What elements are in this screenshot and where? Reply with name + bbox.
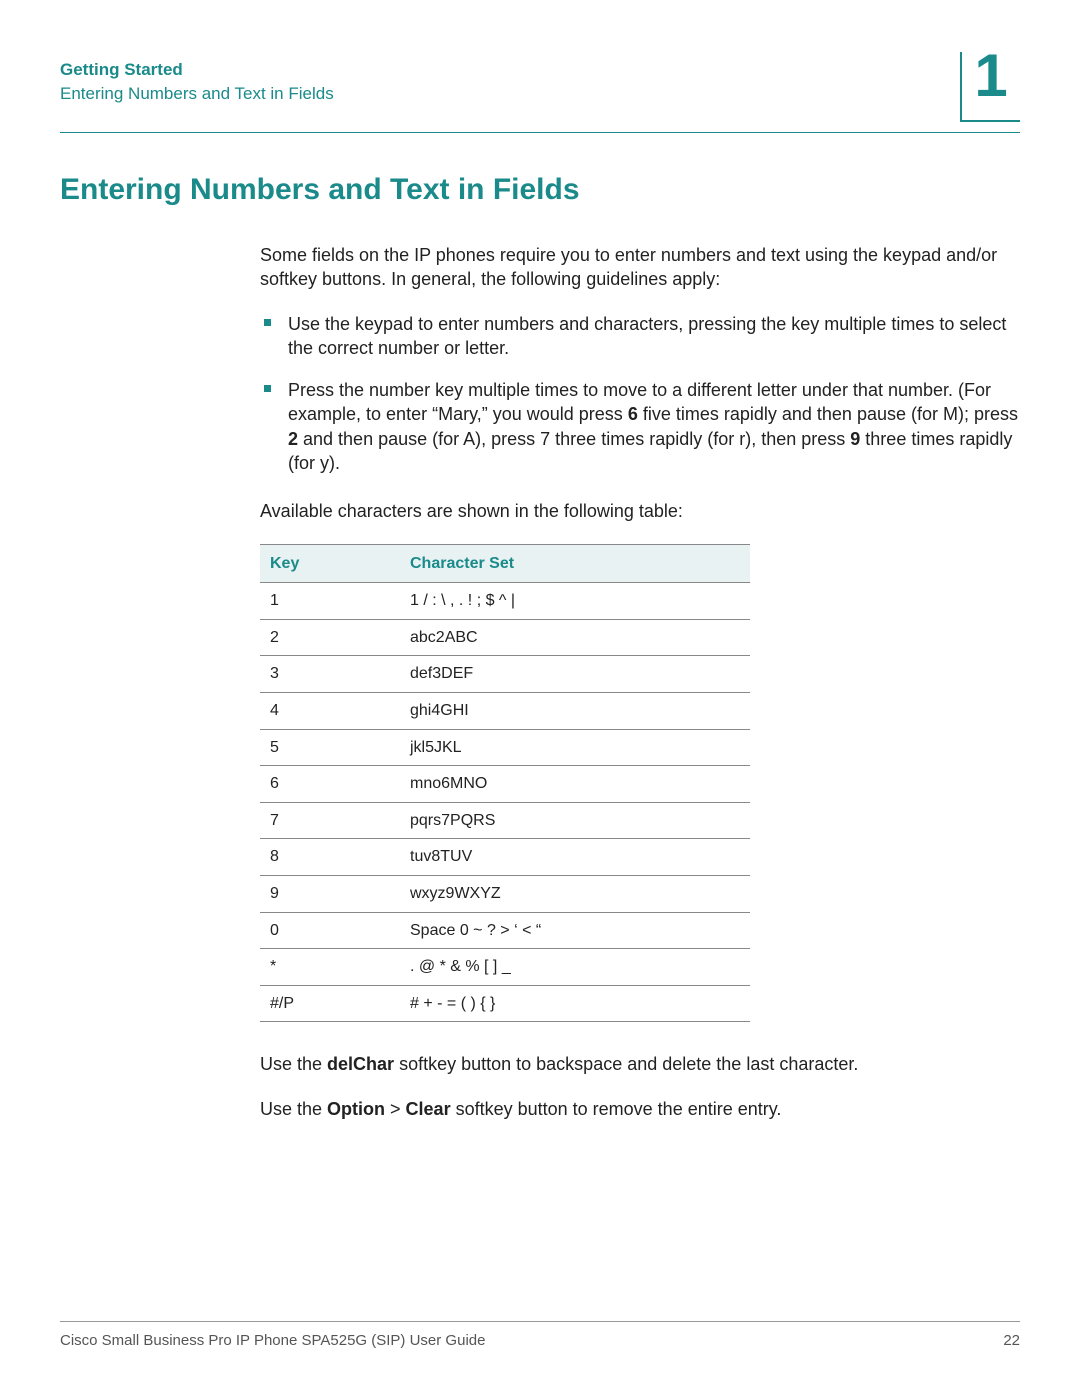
- header-divider: [60, 132, 1020, 133]
- table-row: 8tuv8TUV: [260, 839, 750, 876]
- clear-note: Use the Option > Clear softkey button to…: [260, 1097, 1020, 1121]
- text: softkey button to remove the entire entr…: [451, 1099, 782, 1119]
- list-text: and then pause (for A), press 7 three ti…: [298, 429, 850, 449]
- table-cell-charset: tuv8TUV: [400, 839, 750, 876]
- table-cell-charset: ghi4GHI: [400, 693, 750, 730]
- table-row: #/P# + - = ( ) { }: [260, 985, 750, 1022]
- header-chapter-label: Getting Started: [60, 60, 1020, 80]
- table-cell-key: 2: [260, 619, 400, 656]
- list-text: five times rapidly and then pause (for M…: [638, 404, 1018, 424]
- page-footer: Cisco Small Business Pro IP Phone SPA525…: [60, 1321, 1020, 1349]
- table-cell-charset: . @ * & % [ ] _: [400, 949, 750, 986]
- softkey-name: Clear: [406, 1099, 451, 1119]
- table-cell-key: 0: [260, 912, 400, 949]
- table-cell-charset: Space 0 ~ ? > ‘ < “: [400, 912, 750, 949]
- table-cell-charset: pqrs7PQRS: [400, 802, 750, 839]
- table-cell-key: 8: [260, 839, 400, 876]
- softkey-name: delChar: [327, 1054, 394, 1074]
- table-cell-key: 4: [260, 693, 400, 730]
- table-row: 7pqrs7PQRS: [260, 802, 750, 839]
- table-cell-charset: 1 / : \ , . ! ; $ ^ |: [400, 583, 750, 620]
- chapter-number: 1: [974, 46, 1007, 106]
- chapter-number-box: 1: [960, 52, 1020, 122]
- text: Use the: [260, 1099, 327, 1119]
- delchar-note: Use the delChar softkey button to backsp…: [260, 1052, 1020, 1076]
- table-header-row: Key Character Set: [260, 544, 750, 583]
- table-row: 5jkl5JKL: [260, 729, 750, 766]
- footer-divider: [60, 1321, 1020, 1322]
- table-cell-charset: jkl5JKL: [400, 729, 750, 766]
- bold-key: 6: [628, 404, 638, 424]
- table-cell-charset: # + - = ( ) { }: [400, 985, 750, 1022]
- table-cell-charset: abc2ABC: [400, 619, 750, 656]
- footer-page-number: 22: [1003, 1332, 1020, 1349]
- table-row: 9wxyz9WXYZ: [260, 876, 750, 913]
- character-table: Key Character Set 11 / : \ , . ! ; $ ^ |…: [260, 544, 750, 1023]
- table-row: 3def3DEF: [260, 656, 750, 693]
- list-item: Press the number key multiple times to m…: [260, 378, 1020, 475]
- table-header-key: Key: [260, 544, 400, 583]
- body-content: Some fields on the IP phones require you…: [260, 243, 1020, 1121]
- table-cell-key: 7: [260, 802, 400, 839]
- table-row: 6mno6MNO: [260, 766, 750, 803]
- bold-key: 9: [850, 429, 860, 449]
- softkey-name: Option: [327, 1099, 385, 1119]
- table-header-charset: Character Set: [400, 544, 750, 583]
- list-item: Use the keypad to enter numbers and char…: [260, 312, 1020, 361]
- table-cell-key: 1: [260, 583, 400, 620]
- text: >: [385, 1099, 406, 1119]
- section-title: Entering Numbers and Text in Fields: [60, 173, 1020, 207]
- text: Use the: [260, 1054, 327, 1074]
- table-cell-key: 6: [260, 766, 400, 803]
- header-section-label: Entering Numbers and Text in Fields: [60, 84, 1020, 104]
- table-cell-key: *: [260, 949, 400, 986]
- table-row: *. @ * & % [ ] _: [260, 949, 750, 986]
- list-text: Use the keypad to enter numbers and char…: [288, 314, 1006, 358]
- table-cell-charset: wxyz9WXYZ: [400, 876, 750, 913]
- table-cell-charset: mno6MNO: [400, 766, 750, 803]
- table-cell-key: 9: [260, 876, 400, 913]
- table-cell-key: 5: [260, 729, 400, 766]
- guideline-list: Use the keypad to enter numbers and char…: [260, 312, 1020, 476]
- table-cell-key: #/P: [260, 985, 400, 1022]
- table-cell-key: 3: [260, 656, 400, 693]
- table-intro: Available characters are shown in the fo…: [260, 499, 1020, 523]
- intro-paragraph: Some fields on the IP phones require you…: [260, 243, 1020, 292]
- bold-key: 2: [288, 429, 298, 449]
- table-cell-charset: def3DEF: [400, 656, 750, 693]
- footer-doc-title: Cisco Small Business Pro IP Phone SPA525…: [60, 1332, 485, 1349]
- table-row: 2abc2ABC: [260, 619, 750, 656]
- table-row: 4ghi4GHI: [260, 693, 750, 730]
- table-row: 11 / : \ , . ! ; $ ^ |: [260, 583, 750, 620]
- table-row: 0Space 0 ~ ? > ‘ < “: [260, 912, 750, 949]
- page-header: Getting Started Entering Numbers and Tex…: [60, 60, 1020, 104]
- text: softkey button to backspace and delete t…: [394, 1054, 858, 1074]
